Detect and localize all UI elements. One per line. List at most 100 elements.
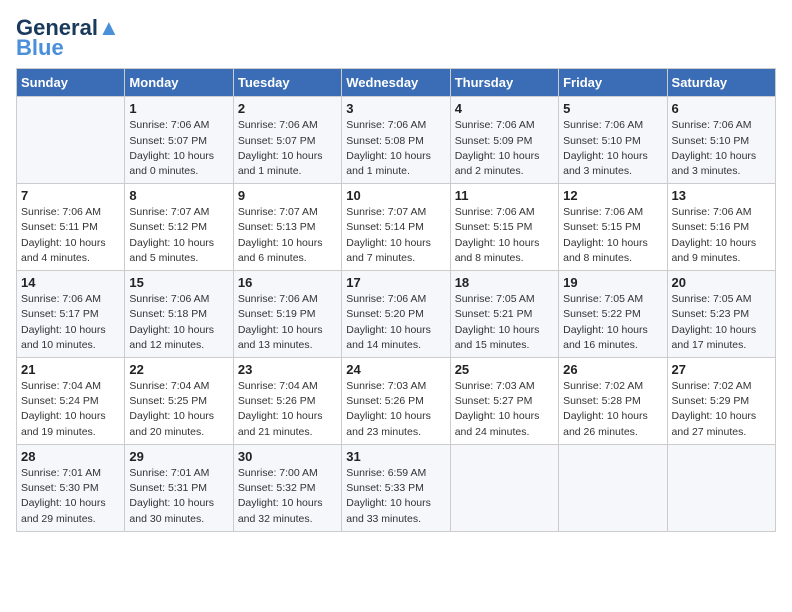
calendar-cell: 25Sunrise: 7:03 AMSunset: 5:27 PMDayligh… [450,358,558,445]
day-number: 27 [672,362,771,377]
logo: General▲ Blue [16,16,120,60]
day-number: 24 [346,362,445,377]
weekday-header-tuesday: Tuesday [233,69,341,97]
day-info: Sunrise: 7:06 AMSunset: 5:10 PMDaylight:… [672,118,771,179]
day-number: 13 [672,188,771,203]
page-header: General▲ Blue [16,16,776,60]
calendar-cell: 9 Sunrise: 7:07 AMSunset: 5:13 PMDaylight… [233,184,341,271]
day-number: 31 [346,449,445,464]
day-info: Sunrise: 7:05 AMSunset: 5:21 PMDaylight:… [455,292,554,353]
calendar-cell: 15 Sunrise: 7:06 AMSunset: 5:18 PMDayligh… [125,271,233,358]
logo-blue-text: Blue [16,35,64,60]
day-info: Sunrise: 7:06 AMSunset: 5:17 PMDaylight:… [21,292,120,353]
calendar-cell: 11 Sunrise: 7:06 AMSunset: 5:15 PMDayligh… [450,184,558,271]
day-number: 15 [129,275,228,290]
calendar-cell: 3Sunrise: 7:06 AMSunset: 5:08 PMDaylight… [342,97,450,184]
calendar-cell: 28 Sunrise: 7:01 AMSunset: 5:30 PMDayligh… [17,444,125,531]
day-number: 12 [563,188,662,203]
calendar-week-3: 14 Sunrise: 7:06 AMSunset: 5:17 PMDayligh… [17,271,776,358]
day-number: 16 [238,275,337,290]
day-info: Sunrise: 7:07 AMSunset: 5:12 PMDaylight:… [129,205,228,266]
day-number: 17 [346,275,445,290]
day-number: 20 [672,275,771,290]
calendar-cell: 30 Sunrise: 7:00 AMSunset: 5:32 PMDayligh… [233,444,341,531]
day-number: 1 [129,101,228,116]
day-info: Sunrise: 6:59 AMSunset: 5:33 PMDaylight:… [346,466,445,527]
calendar-cell: 7 Sunrise: 7:06 AMSunset: 5:11 PMDaylight… [17,184,125,271]
day-info: Sunrise: 7:07 AMSunset: 5:13 PMDaylight:… [238,205,337,266]
calendar-cell: 8Sunrise: 7:07 AMSunset: 5:12 PMDaylight… [125,184,233,271]
day-number: 19 [563,275,662,290]
calendar-cell: 31 Sunrise: 6:59 AMSunset: 5:33 PMDayligh… [342,444,450,531]
calendar-cell [17,97,125,184]
day-number: 23 [238,362,337,377]
calendar-week-5: 28 Sunrise: 7:01 AMSunset: 5:30 PMDayligh… [17,444,776,531]
day-info: Sunrise: 7:07 AMSunset: 5:14 PMDaylight:… [346,205,445,266]
calendar-cell: 12 Sunrise: 7:06 AMSunset: 5:15 PMDayligh… [559,184,667,271]
calendar-cell: 5Sunrise: 7:06 AMSunset: 5:10 PMDaylight… [559,97,667,184]
calendar-week-2: 7 Sunrise: 7:06 AMSunset: 5:11 PMDaylight… [17,184,776,271]
day-info: Sunrise: 7:06 AMSunset: 5:07 PMDaylight:… [129,118,228,179]
day-info: Sunrise: 7:06 AMSunset: 5:15 PMDaylight:… [455,205,554,266]
day-info: Sunrise: 7:00 AMSunset: 5:32 PMDaylight:… [238,466,337,527]
day-number: 9 [238,188,337,203]
weekday-header-thursday: Thursday [450,69,558,97]
calendar-cell: 24 Sunrise: 7:03 AMSunset: 5:26 PMDayligh… [342,358,450,445]
weekday-header-saturday: Saturday [667,69,775,97]
calendar-week-4: 21Sunrise: 7:04 AMSunset: 5:24 PMDayligh… [17,358,776,445]
calendar-cell [667,444,775,531]
weekday-header-sunday: Sunday [17,69,125,97]
day-info: Sunrise: 7:02 AMSunset: 5:29 PMDaylight:… [672,379,771,440]
day-info: Sunrise: 7:05 AMSunset: 5:23 PMDaylight:… [672,292,771,353]
day-info: Sunrise: 7:06 AMSunset: 5:07 PMDaylight:… [238,118,337,179]
day-info: Sunrise: 7:04 AMSunset: 5:25 PMDaylight:… [129,379,228,440]
day-number: 10 [346,188,445,203]
day-info: Sunrise: 7:01 AMSunset: 5:30 PMDaylight:… [21,466,120,527]
day-info: Sunrise: 7:06 AMSunset: 5:20 PMDaylight:… [346,292,445,353]
calendar-cell: 6 Sunrise: 7:06 AMSunset: 5:10 PMDaylight… [667,97,775,184]
day-info: Sunrise: 7:06 AMSunset: 5:15 PMDaylight:… [563,205,662,266]
weekday-header-wednesday: Wednesday [342,69,450,97]
day-number: 28 [21,449,120,464]
day-info: Sunrise: 7:06 AMSunset: 5:19 PMDaylight:… [238,292,337,353]
day-info: Sunrise: 7:01 AMSunset: 5:31 PMDaylight:… [129,466,228,527]
day-info: Sunrise: 7:03 AMSunset: 5:27 PMDaylight:… [455,379,554,440]
day-number: 22 [129,362,228,377]
day-number: 26 [563,362,662,377]
day-info: Sunrise: 7:02 AMSunset: 5:28 PMDaylight:… [563,379,662,440]
day-info: Sunrise: 7:06 AMSunset: 5:09 PMDaylight:… [455,118,554,179]
calendar-cell: 17 Sunrise: 7:06 AMSunset: 5:20 PMDayligh… [342,271,450,358]
calendar-cell: 18 Sunrise: 7:05 AMSunset: 5:21 PMDayligh… [450,271,558,358]
calendar-cell: 10 Sunrise: 7:07 AMSunset: 5:14 PMDayligh… [342,184,450,271]
calendar-cell: 20 Sunrise: 7:05 AMSunset: 5:23 PMDayligh… [667,271,775,358]
day-info: Sunrise: 7:03 AMSunset: 5:26 PMDaylight:… [346,379,445,440]
day-info: Sunrise: 7:06 AMSunset: 5:11 PMDaylight:… [21,205,120,266]
calendar-cell: 16 Sunrise: 7:06 AMSunset: 5:19 PMDayligh… [233,271,341,358]
weekday-header-monday: Monday [125,69,233,97]
calendar-cell: 13 Sunrise: 7:06 AMSunset: 5:16 PMDayligh… [667,184,775,271]
day-info: Sunrise: 7:06 AMSunset: 5:16 PMDaylight:… [672,205,771,266]
day-number: 2 [238,101,337,116]
day-number: 30 [238,449,337,464]
day-info: Sunrise: 7:06 AMSunset: 5:08 PMDaylight:… [346,118,445,179]
weekday-header-friday: Friday [559,69,667,97]
day-number: 18 [455,275,554,290]
calendar-cell: 21Sunrise: 7:04 AMSunset: 5:24 PMDayligh… [17,358,125,445]
calendar-cell: 29 Sunrise: 7:01 AMSunset: 5:31 PMDayligh… [125,444,233,531]
calendar-cell: 27 Sunrise: 7:02 AMSunset: 5:29 PMDayligh… [667,358,775,445]
day-info: Sunrise: 7:04 AMSunset: 5:26 PMDaylight:… [238,379,337,440]
day-number: 29 [129,449,228,464]
calendar-header: SundayMondayTuesdayWednesdayThursdayFrid… [17,69,776,97]
day-number: 11 [455,188,554,203]
day-number: 6 [672,101,771,116]
calendar-cell: 22 Sunrise: 7:04 AMSunset: 5:25 PMDayligh… [125,358,233,445]
day-info: Sunrise: 7:06 AMSunset: 5:10 PMDaylight:… [563,118,662,179]
day-number: 21 [21,362,120,377]
calendar-cell: 2 Sunrise: 7:06 AMSunset: 5:07 PMDaylight… [233,97,341,184]
day-info: Sunrise: 7:05 AMSunset: 5:22 PMDaylight:… [563,292,662,353]
calendar-cell: 19 Sunrise: 7:05 AMSunset: 5:22 PMDayligh… [559,271,667,358]
day-number: 14 [21,275,120,290]
day-info: Sunrise: 7:06 AMSunset: 5:18 PMDaylight:… [129,292,228,353]
calendar-cell: 23 Sunrise: 7:04 AMSunset: 5:26 PMDayligh… [233,358,341,445]
day-number: 7 [21,188,120,203]
